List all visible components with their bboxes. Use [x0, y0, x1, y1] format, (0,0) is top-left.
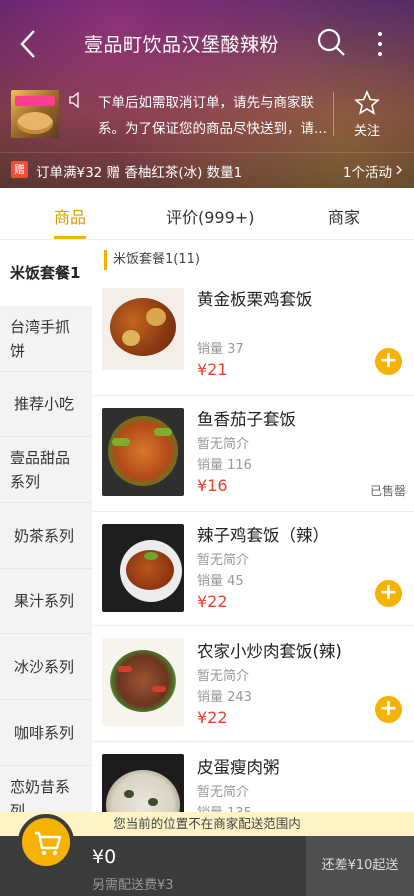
item-price: ¥21 — [197, 360, 228, 379]
store-info: 下单后如需取消订单，请先与商家联系。为了保证您的商品尽快送到，请... 关注 — [0, 86, 414, 146]
category-item[interactable]: 咖啡系列 — [0, 700, 92, 766]
tab-reviews[interactable]: 评价(999+) — [166, 204, 254, 228]
tab-bar: 商品 评价(999+) 商家 — [0, 188, 414, 240]
category-item[interactable]: 台湾手抓饼 — [0, 306, 92, 372]
divider — [333, 92, 334, 136]
add-to-cart-button[interactable]: + — [375, 348, 402, 375]
item-description: 暂无简介 — [197, 785, 250, 800]
follow-label: 关注 — [353, 124, 380, 139]
item-image — [102, 524, 184, 612]
category-item[interactable]: 推荐小吃 — [0, 372, 92, 437]
category-item[interactable]: 奶茶系列 — [0, 503, 92, 569]
promo-bar[interactable]: 赠 订单满¥32 赠 香柚红茶(冰) 数量1 1个活动 — [0, 152, 414, 186]
category-sidebar: 米饭套餐1 台湾手抓饼 推荐小吃 壹品甜品系列 奶茶系列 果汁系列 冰沙系列 咖… — [0, 240, 92, 812]
item-image — [102, 288, 184, 370]
item-price: ¥22 — [197, 592, 228, 611]
tab-merchant[interactable]: 商家 — [328, 204, 360, 228]
cart-bar: ¥0 另需配送费¥3 还差¥10起送 — [0, 814, 414, 896]
tab-products[interactable]: 商品 — [54, 204, 86, 228]
item-description: 暂无简介 — [197, 553, 250, 568]
more-icon[interactable] — [372, 29, 388, 59]
back-icon[interactable] — [18, 28, 48, 60]
store-header: 壹品町饮品汉堡酸辣粉 下单后如需取消订单，请先与商家联系。为了保证您的商品尽快送… — [0, 0, 414, 188]
top-bar: 壹品町饮品汉堡酸辣粉 — [0, 24, 414, 64]
follow-button[interactable]: 关注 — [348, 90, 386, 139]
checkout-button[interactable]: 还差¥10起送 — [306, 836, 414, 896]
chevron-right-icon — [396, 165, 402, 175]
category-item[interactable]: 米饭套餐1 — [0, 240, 92, 306]
star-icon — [354, 90, 380, 115]
category-item[interactable]: 冰沙系列 — [0, 634, 92, 700]
cart-button[interactable] — [18, 814, 74, 870]
menu-item[interactable]: 鱼香茄子套饭 暂无简介 销量 116 ¥16 已售罄 — [92, 396, 414, 512]
delivery-fee: 另需配送费¥3 — [92, 878, 174, 893]
item-description: 暂无简介 — [197, 669, 250, 684]
store-logo — [11, 90, 59, 138]
item-name: 农家小炒肉套饭(辣) — [197, 642, 342, 661]
item-image — [102, 408, 184, 496]
add-to-cart-button[interactable]: + — [375, 580, 402, 607]
item-sales: 销量 116 — [197, 458, 252, 473]
item-image — [102, 754, 184, 812]
category-item[interactable]: 果汁系列 — [0, 569, 92, 634]
item-sales: 销量 135 — [197, 802, 252, 812]
gift-badge: 赠 — [11, 161, 28, 178]
item-name: 鱼香茄子套饭 — [197, 410, 296, 429]
item-image — [102, 638, 184, 726]
activity-count[interactable]: 1个活动 — [343, 161, 392, 181]
menu-item[interactable]: 辣子鸡套饭（辣） 暂无简介 销量 45 ¥22 + — [92, 512, 414, 626]
item-sales: 销量 243 — [197, 690, 252, 705]
add-to-cart-button[interactable]: + — [375, 696, 402, 723]
item-price: ¥16 — [197, 476, 228, 495]
menu-item[interactable]: 农家小炒肉套饭(辣) 暂无简介 销量 243 ¥22 + — [92, 626, 414, 742]
search-icon[interactable] — [316, 27, 346, 57]
store-title: 壹品町饮品汉堡酸辣粉 — [84, 34, 280, 56]
sold-out-label: 已售罄 — [369, 484, 406, 498]
category-item[interactable]: 恋奶昔系列 — [0, 766, 92, 813]
promo-text: 订单满¥32 赠 香柚红茶(冰) 数量1 — [36, 165, 243, 181]
item-price: ¥22 — [197, 708, 228, 727]
speaker-icon — [68, 91, 82, 109]
store-notice: 下单后如需取消订单，请先与商家联系。为了保证您的商品尽快送到，请... — [98, 95, 327, 137]
item-name: 皮蛋瘦肉粥 — [197, 758, 280, 777]
cart-icon — [35, 831, 62, 856]
cart-total: ¥0 — [92, 846, 117, 868]
item-name: 黄金板栗鸡套饭 — [197, 290, 313, 309]
category-item[interactable]: 壹品甜品系列 — [0, 437, 92, 503]
item-sales: 销量 45 — [197, 574, 244, 589]
section-title: 米饭套餐1(11) — [104, 250, 200, 270]
item-name: 辣子鸡套饭（辣） — [197, 526, 329, 545]
item-description: 暂无简介 — [197, 437, 250, 452]
item-sales: 销量 37 — [197, 342, 244, 357]
menu-list: 米饭套餐1(11) 黄金板栗鸡套饭 销量 37 ¥21 + 鱼香茄子套饭 暂无简… — [92, 240, 414, 812]
menu-item[interactable]: 黄金板栗鸡套饭 销量 37 ¥21 + — [92, 280, 414, 396]
menu-item[interactable]: 皮蛋瘦肉粥 暂无简介 销量 135 — [92, 742, 414, 812]
tab-indicator — [54, 236, 86, 239]
